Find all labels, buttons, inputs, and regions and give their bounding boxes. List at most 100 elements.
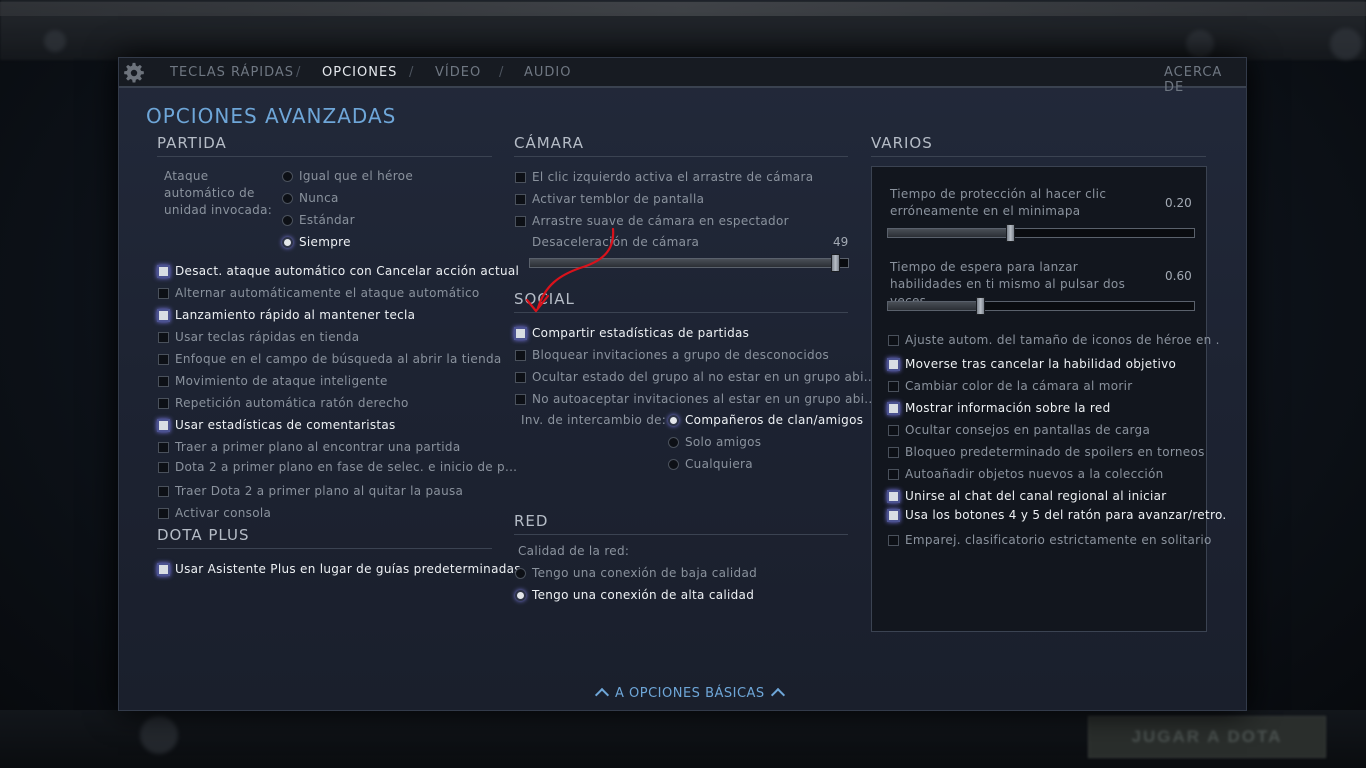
checkbox-checked[interactable] [887, 489, 900, 503]
camera-deceleration-slider[interactable] [529, 254, 849, 272]
slider-thumb[interactable] [1006, 224, 1016, 242]
trade-invite-radio-label: Solo amigos [685, 435, 762, 449]
varios-checkbox[interactable]: Moverse tras cancelar la habilidad objet… [887, 355, 1176, 373]
partida-checkbox[interactable]: Traer Dota 2 a primer plano al quitar la… [158, 482, 463, 500]
checkbox-unchecked[interactable] [888, 446, 899, 458]
tab-audio[interactable]: AUDIO [524, 65, 572, 80]
varios-checkbox[interactable]: Usa los botones 4 y 5 del ratón para ava… [887, 506, 1227, 524]
minimap-protection-slider[interactable] [887, 224, 1195, 242]
radio-unselected[interactable] [515, 567, 526, 579]
checkbox-unchecked[interactable] [158, 287, 169, 299]
checkbox-unchecked[interactable] [158, 461, 169, 473]
checkbox-unchecked[interactable] [158, 507, 169, 519]
partida-checkbox[interactable]: Alternar automáticamente el ataque autom… [158, 284, 480, 302]
radio-unselected[interactable] [282, 214, 293, 226]
partida-checkbox[interactable]: Dota 2 a primer plano en fase de selec. … [158, 458, 517, 476]
tab-options[interactable]: OPCIONES [322, 65, 397, 80]
checkbox-checked[interactable] [887, 508, 900, 522]
checkbox-checked[interactable] [157, 418, 170, 432]
social-checkbox[interactable]: No autoaceptar invitaciones al estar en … [515, 390, 877, 408]
partida-checkbox[interactable]: Repetición automática ratón derecho [158, 394, 409, 412]
trade-invite-radio-label: Cualquiera [685, 457, 753, 471]
checkbox-unchecked[interactable] [515, 215, 526, 227]
tab-hotkeys[interactable]: TECLAS RÁPIDAS [170, 65, 294, 80]
trade-invite-radio[interactable]: Solo amigos [668, 433, 761, 451]
camara-checkbox[interactable]: Arrastre suave de cámara en espectador [515, 212, 789, 230]
checkbox-checked[interactable] [887, 401, 900, 415]
partida-checkbox[interactable]: Lanzamiento rápido al mantener tecla [157, 306, 415, 324]
tab-about[interactable]: ACERCA DE [1164, 65, 1246, 95]
checkbox-unchecked[interactable] [888, 334, 899, 346]
checkbox-checked[interactable] [157, 308, 170, 322]
checkbox-unchecked[interactable] [158, 331, 169, 343]
partida-checkbox[interactable]: Activar consola [158, 504, 271, 522]
back-to-basic-options-link[interactable]: A OPCIONES BÁSICAS [589, 686, 791, 703]
varios-checkbox[interactable]: Autoañadir objetos nuevos a la colección [888, 465, 1164, 483]
slider-thumb[interactable] [831, 254, 841, 272]
chevron-up-icon [594, 687, 610, 703]
social-checkbox[interactable]: Ocultar estado del grupo al no estar en … [515, 368, 876, 386]
double-tap-delay-slider[interactable] [887, 297, 1195, 315]
checkbox-checked[interactable] [157, 264, 170, 278]
slider-thumb[interactable] [975, 297, 985, 315]
radio-selected[interactable] [668, 414, 679, 426]
varios-checkbox[interactable]: Mostrar información sobre la red [887, 399, 1111, 417]
partida-checkbox[interactable]: Usar estadísticas de comentaristas [157, 416, 396, 434]
radio-unselected[interactable] [668, 458, 679, 470]
radio-unselected[interactable] [668, 436, 679, 448]
checkbox-unchecked[interactable] [888, 424, 899, 436]
partida-checkbox[interactable]: Traer a primer plano al encontrar una pa… [158, 438, 461, 456]
gear-icon[interactable] [123, 62, 145, 84]
radio-selected[interactable] [515, 589, 526, 601]
checkbox-unchecked[interactable] [888, 380, 899, 392]
partida-checkbox[interactable]: Movimiento de ataque inteligente [158, 372, 388, 390]
radio-selected[interactable] [282, 236, 293, 248]
checkbox-checked[interactable] [887, 357, 900, 371]
social-checkbox[interactable]: Bloquear invitaciones a grupo de descono… [515, 346, 829, 364]
social-checkbox-label: Ocultar estado del grupo al no estar en … [532, 370, 877, 384]
summon-attack-label: Ataque automático de unidad invocada: [164, 169, 273, 217]
network-quality-radio[interactable]: Tengo una conexión de baja calidad [515, 564, 757, 582]
tab-video[interactable]: VÍDEO [435, 65, 481, 80]
checkbox-unchecked[interactable] [515, 349, 526, 361]
summon-attack-radio[interactable]: Estándar [282, 211, 355, 229]
checkbox-unchecked[interactable] [515, 193, 526, 205]
checkbox-unchecked[interactable] [888, 534, 899, 546]
tab-separator: / [409, 65, 414, 80]
varios-checkbox[interactable]: Emparej. clasificatorio estrictamente en… [888, 531, 1212, 549]
radio-unselected[interactable] [282, 192, 293, 204]
camara-checkbox[interactable]: Activar temblor de pantalla [515, 190, 704, 208]
partida-checkbox[interactable]: Desact. ataque automático con Cancelar a… [157, 262, 519, 280]
radio-unselected[interactable] [282, 170, 293, 182]
summon-attack-radio[interactable]: Nunca [282, 189, 339, 207]
checkbox-unchecked[interactable] [158, 485, 169, 497]
checkbox-unchecked[interactable] [158, 353, 169, 365]
play-dota-button[interactable]: JUGAR A DOTA [1088, 716, 1326, 758]
checkbox-unchecked[interactable] [158, 397, 169, 409]
checkbox-unchecked[interactable] [515, 171, 526, 183]
trade-invite-radio[interactable]: Cualquiera [668, 455, 753, 473]
social-checkbox[interactable]: Compartir estadísticas de partidas [514, 324, 749, 342]
camara-checkbox[interactable]: El clic izquierdo activa el arrastre de … [515, 168, 813, 186]
varios-checkbox[interactable]: Ajuste autom. del tamaño de iconos de hé… [888, 331, 1220, 349]
settings-tab-bar: TECLAS RÁPIDAS / OPCIONES / VÍDEO / AUDI… [119, 58, 1246, 95]
trade-invite-radio[interactable]: Compañeros de clan/amigos [668, 411, 863, 429]
double-tap-delay-value: 0.60 [1165, 269, 1192, 283]
partida-checkbox[interactable]: Enfoque en el campo de búsqueda al abrir… [158, 350, 502, 368]
checkbox-unchecked[interactable] [158, 375, 169, 387]
dota-plus-checkbox[interactable]: Usar Asistente Plus en lugar de guías pr… [157, 560, 521, 578]
varios-checkbox[interactable]: Unirse al chat del canal regional al ini… [887, 487, 1167, 505]
varios-checkbox[interactable]: Cambiar color de la cámara al morir [888, 377, 1132, 395]
summon-attack-radio[interactable]: Igual que el héroe [282, 167, 413, 185]
summon-attack-radio[interactable]: Siempre [282, 233, 351, 251]
partida-checkbox[interactable]: Usar teclas rápidas en tienda [158, 328, 359, 346]
checkbox-checked[interactable] [157, 562, 170, 576]
checkbox-unchecked[interactable] [158, 441, 169, 453]
checkbox-unchecked[interactable] [515, 393, 526, 405]
network-quality-radio[interactable]: Tengo una conexión de alta calidad [515, 586, 754, 604]
checkbox-unchecked[interactable] [515, 371, 526, 383]
varios-checkbox[interactable]: Ocultar consejos en pantallas de carga [888, 421, 1150, 439]
checkbox-unchecked[interactable] [888, 468, 899, 480]
checkbox-checked[interactable] [514, 326, 527, 340]
varios-checkbox[interactable]: Bloqueo predeterminado de spoilers en to… [888, 443, 1205, 461]
